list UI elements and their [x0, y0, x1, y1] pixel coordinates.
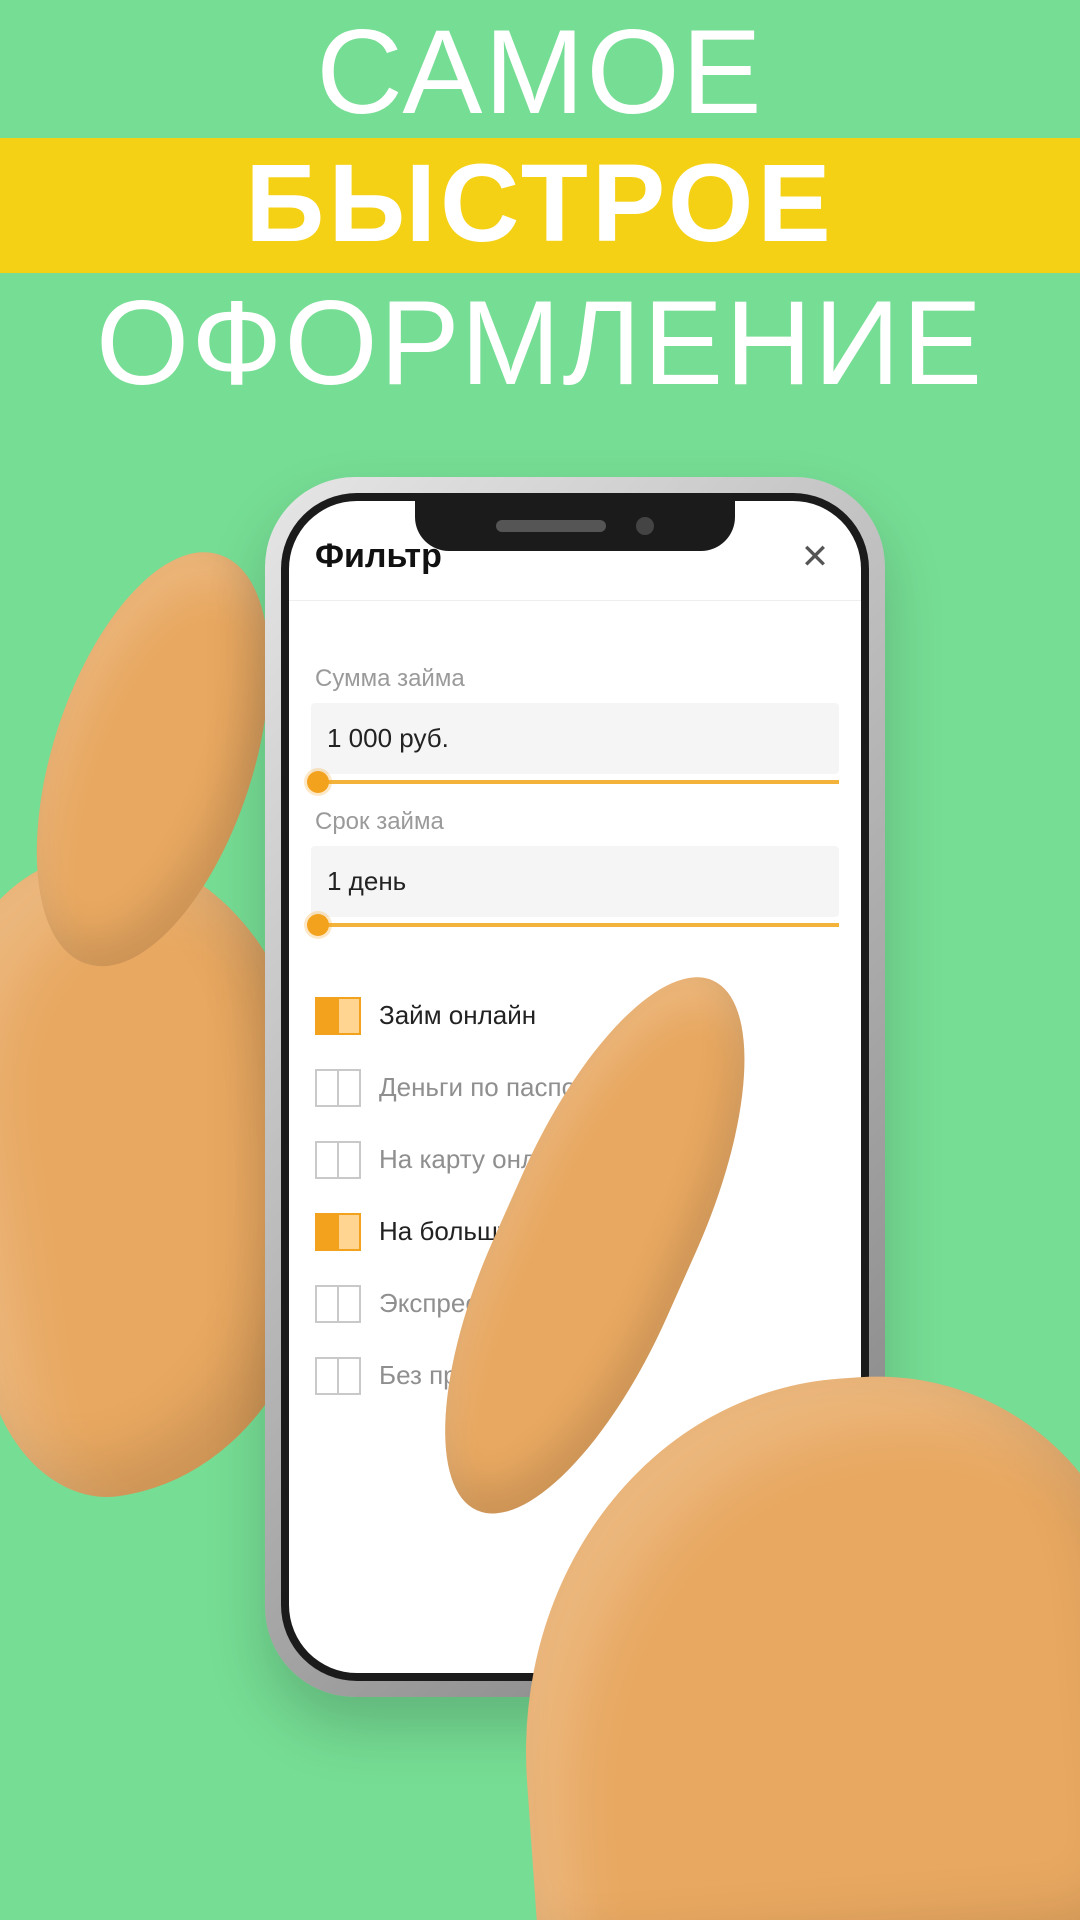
headline-line-3: ОФОРМЛЕНИЕ: [0, 283, 1080, 403]
term-slider-thumb[interactable]: [307, 914, 329, 936]
headline-line-1: САМОЕ: [0, 0, 1080, 132]
speaker-icon: [496, 520, 606, 532]
checkbox-icon[interactable]: [315, 1285, 361, 1321]
term-slider[interactable]: [311, 923, 839, 927]
hand-right-graphic: [501, 1359, 1080, 1920]
checkbox-icon[interactable]: [315, 1141, 361, 1177]
page-title: Фильтр: [315, 537, 442, 576]
phone-notch: [415, 501, 735, 551]
camera-icon: [636, 517, 654, 535]
promo-headline: САМОЕ БЫСТРОЕ ОФОРМЛЕНИЕ: [0, 0, 1080, 403]
checkbox-icon[interactable]: [315, 1069, 361, 1105]
amount-slider-thumb[interactable]: [307, 771, 329, 793]
check-row-0[interactable]: Займ онлайн: [311, 979, 839, 1051]
term-label: Срок займа: [315, 808, 835, 836]
amount-label: Сумма займа: [315, 665, 835, 693]
headline-band: БЫСТРОЕ: [0, 138, 1080, 273]
check-label: Займ онлайн: [379, 1000, 536, 1031]
headline-line-2: БЫСТРОЕ: [245, 142, 835, 265]
close-button[interactable]: ✕: [795, 540, 835, 574]
amount-input[interactable]: 1 000 руб.: [311, 703, 839, 774]
checkbox-icon[interactable]: [315, 1213, 361, 1249]
filter-sliders: Сумма займа 1 000 руб. Срок займа 1 день: [289, 601, 861, 927]
term-input[interactable]: 1 день: [311, 846, 839, 917]
amount-slider[interactable]: [311, 780, 839, 784]
checkbox-icon[interactable]: [315, 1357, 361, 1393]
checkbox-icon[interactable]: [315, 997, 361, 1033]
